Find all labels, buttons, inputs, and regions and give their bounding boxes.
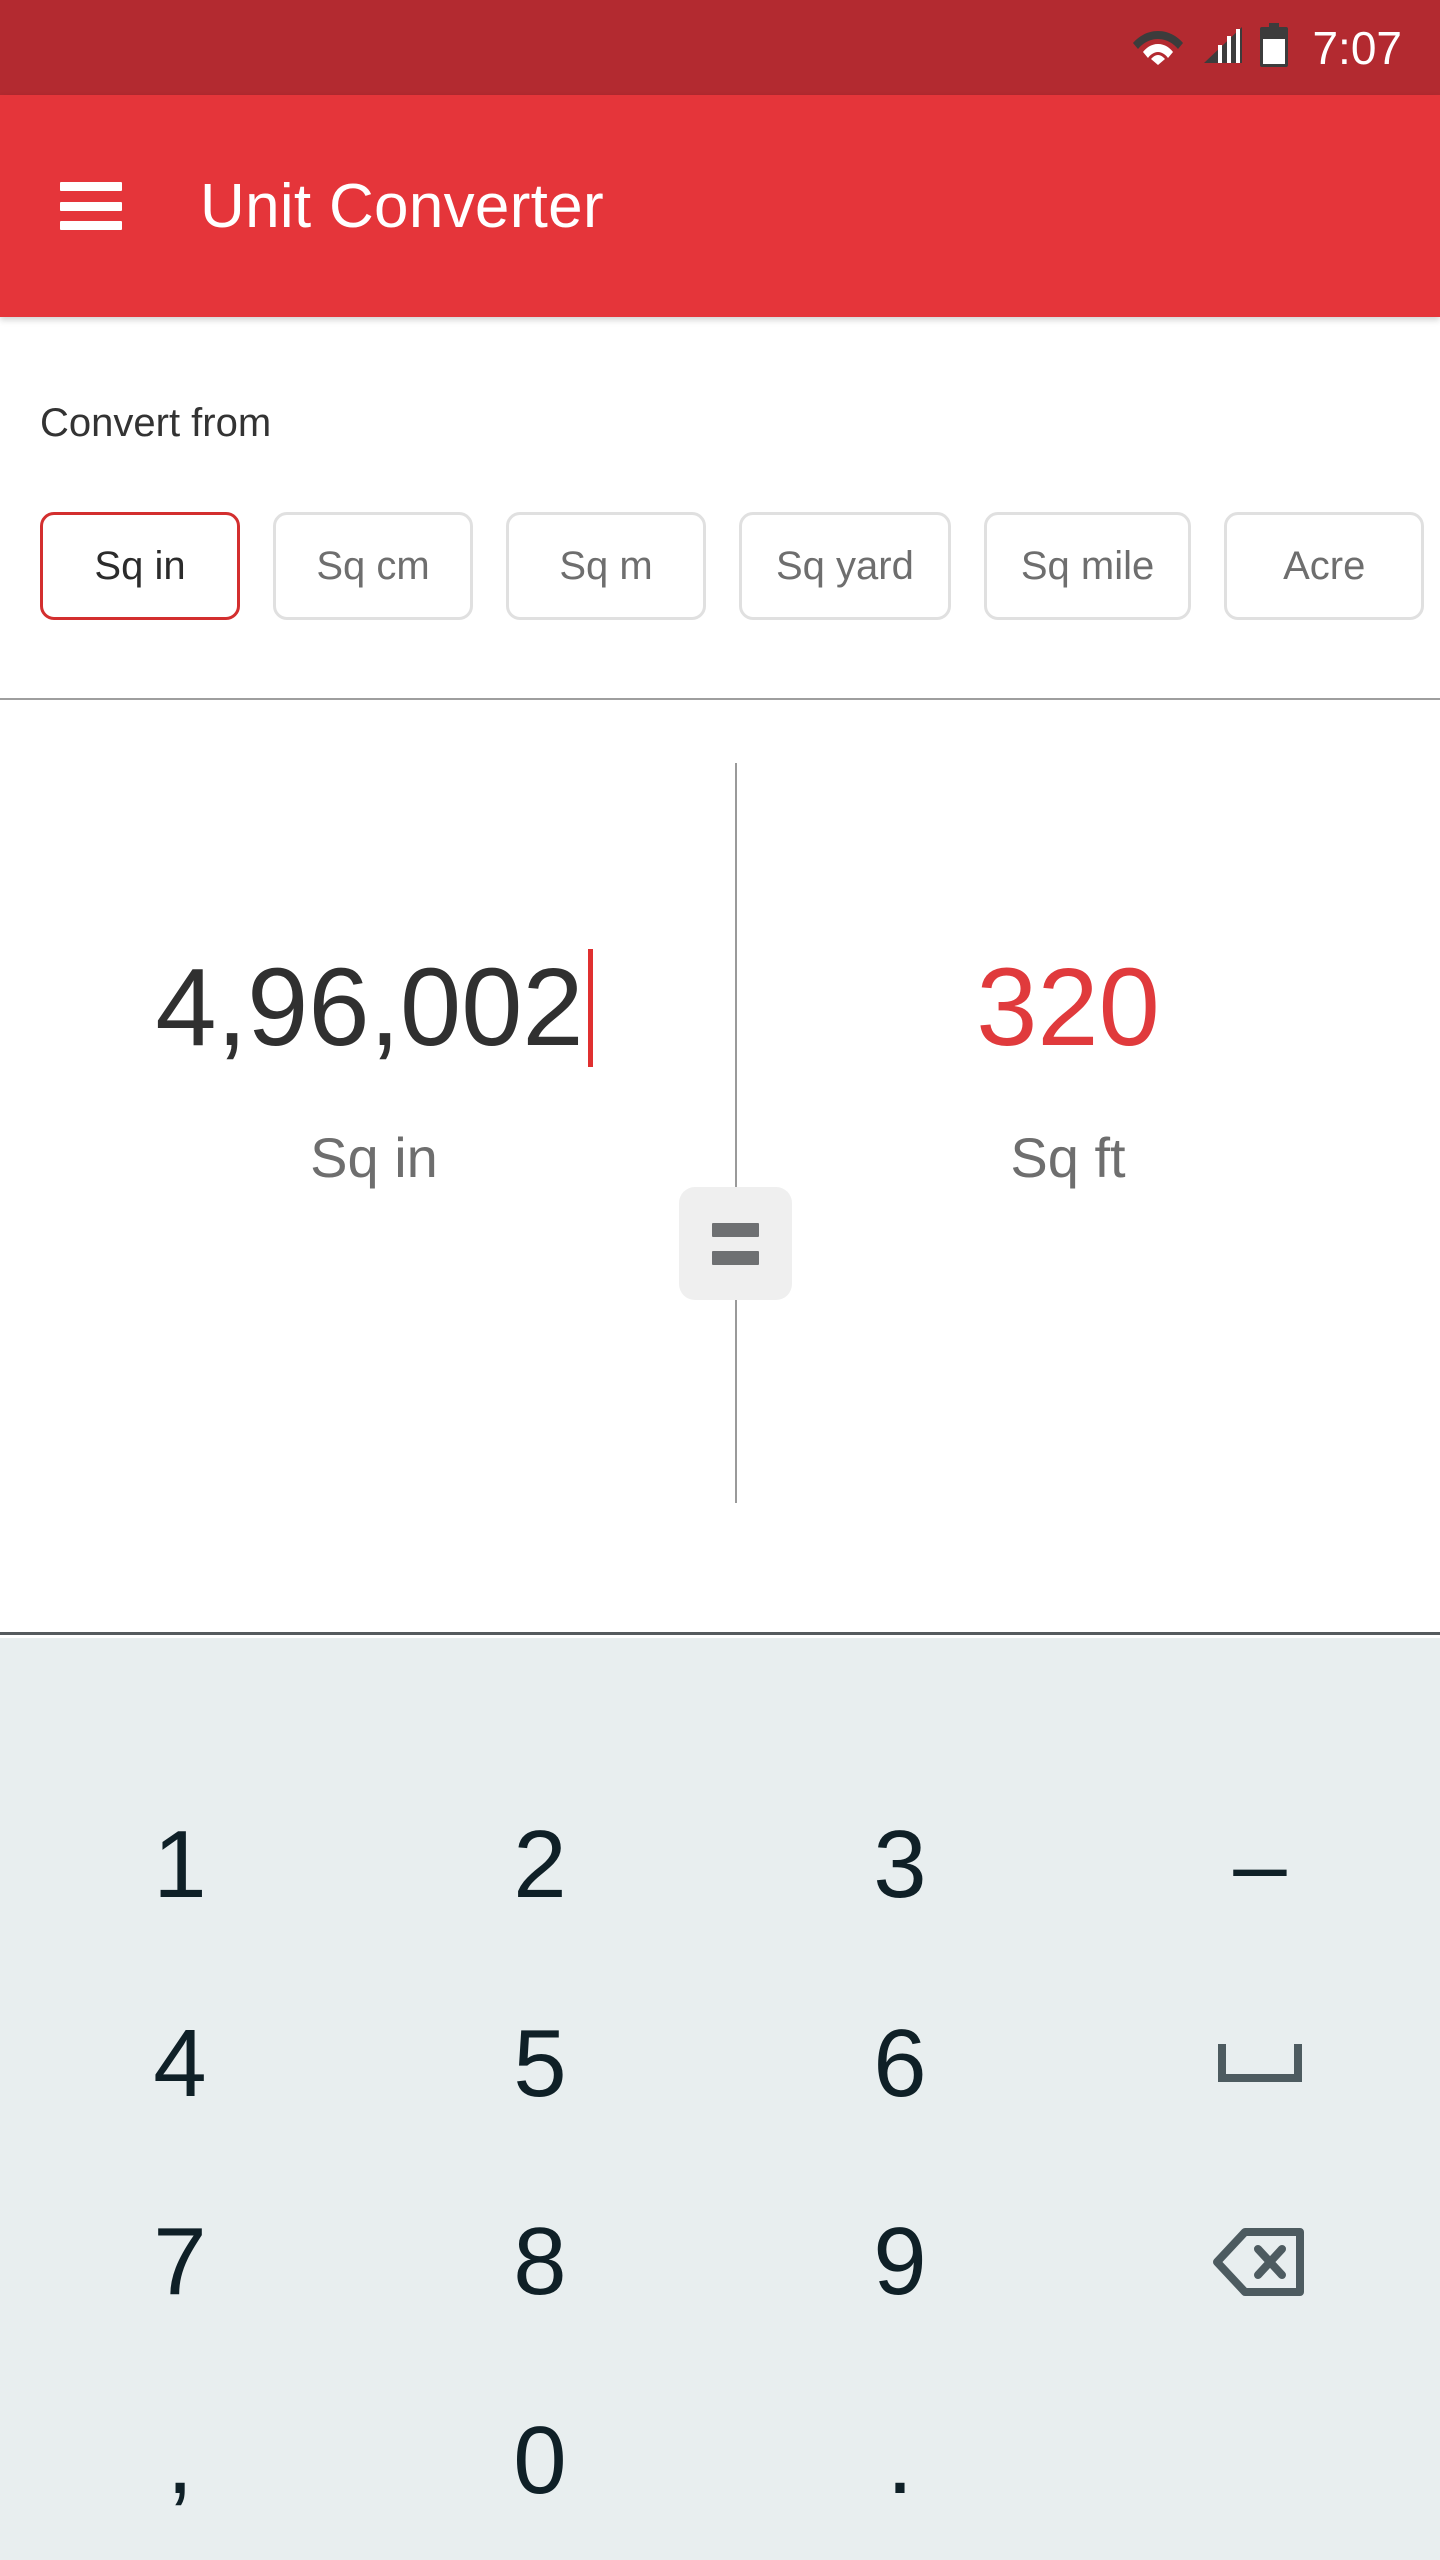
text-cursor [587, 949, 593, 1067]
app-title: Unit Converter [200, 171, 604, 241]
key-7[interactable]: 7 [0, 2163, 360, 2362]
numeric-keypad: 1 2 3 – 4 5 6 7 8 9 , 0 . [0, 1638, 1440, 2560]
unit-chip-sq-yard[interactable]: Sq yard [739, 512, 951, 620]
status-bar: 7:07 [0, 0, 1440, 95]
key-5[interactable]: 5 [360, 1965, 720, 2164]
menu-bar-2 [60, 201, 122, 211]
app-screen: 7:07 Unit Converter Convert from Sq in S… [0, 0, 1440, 2560]
equals-bar-bottom [712, 1250, 759, 1265]
conversion-input-side: 4,96,002 Sq in [0, 700, 718, 1635]
unit-chip-acre[interactable]: Acre [1224, 512, 1425, 620]
input-value-field[interactable]: 4,96,002 [0, 943, 718, 1073]
wifi-icon [1132, 25, 1184, 70]
key-0[interactable]: 0 [360, 2362, 720, 2560]
menu-bar-1 [60, 182, 122, 191]
key-6[interactable]: 6 [720, 1965, 1080, 2164]
key-dash[interactable]: – [1080, 1766, 1440, 1965]
conversion-panel: 4,96,002 Sq in 320 Sq ft [0, 700, 1440, 1635]
key-8[interactable]: 8 [360, 2163, 720, 2362]
conversion-result-side: 320 Sq ft [722, 700, 1440, 1635]
key-blank [1080, 2362, 1440, 2560]
result-unit-label: Sq ft [1010, 1126, 1126, 1189]
result-value-text: 320 [976, 946, 1160, 1069]
status-icons [1132, 23, 1290, 72]
backspace-icon[interactable] [1080, 2163, 1440, 2362]
signal-icon [1198, 25, 1244, 70]
menu-bar-3 [60, 221, 122, 230]
equals-bar-top [712, 1222, 759, 1237]
convert-from-section: Convert from Sq in Sq cm Sq m Sq yard Sq… [0, 317, 1440, 700]
unit-chip-sq-m[interactable]: Sq m [506, 512, 706, 620]
space-bar-icon[interactable] [1080, 1965, 1440, 2164]
key-period[interactable]: . [720, 2362, 1080, 2560]
key-3[interactable]: 3 [720, 1766, 1080, 1965]
input-unit-label: Sq in [310, 1126, 438, 1189]
convert-from-label: Convert from [40, 401, 272, 445]
unit-chip-sq-cm[interactable]: Sq cm [273, 512, 473, 620]
key-1[interactable]: 1 [0, 1766, 360, 1965]
app-bar: Unit Converter [0, 95, 1440, 317]
equals-button[interactable] [679, 1187, 792, 1300]
key-comma[interactable]: , [0, 2362, 360, 2560]
unit-chip-sq-in[interactable]: Sq in [40, 512, 240, 620]
battery-icon [1258, 23, 1290, 72]
key-2[interactable]: 2 [360, 1766, 720, 1965]
input-value-text: 4,96,002 [155, 946, 584, 1069]
key-4[interactable]: 4 [0, 1965, 360, 2164]
unit-chip-row[interactable]: Sq in Sq cm Sq m Sq yard Sq mile Acre [0, 512, 1440, 632]
status-time: 7:07 [1312, 21, 1402, 74]
unit-chip-sq-mile[interactable]: Sq mile [983, 512, 1192, 620]
hamburger-menu-icon[interactable] [60, 182, 122, 230]
equals-icon [712, 1222, 759, 1265]
key-9[interactable]: 9 [720, 2163, 1080, 2362]
